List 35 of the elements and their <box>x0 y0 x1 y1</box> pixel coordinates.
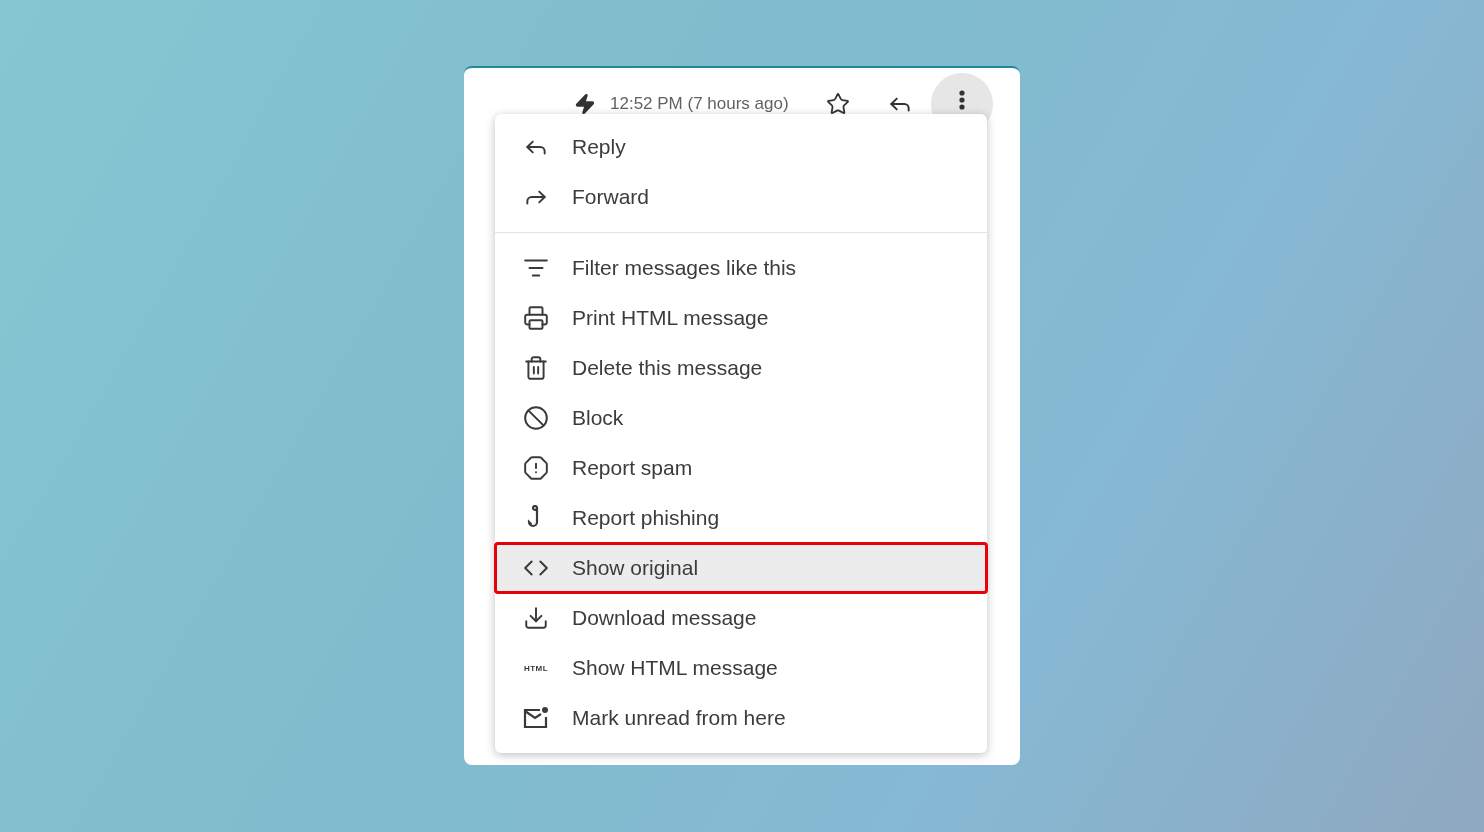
menu-item[interactable]: Report phishing <box>495 493 987 543</box>
menu-item[interactable]: Mark unread from here <box>495 693 987 743</box>
menu-item-label: Mark unread from here <box>572 706 786 730</box>
menu-item-label: Print HTML message <box>572 306 769 330</box>
menu-item-label: Reply <box>572 135 626 159</box>
more-icon <box>958 90 965 110</box>
menu-item-label: Show original <box>572 556 699 580</box>
menu-item[interactable]: Show original <box>495 543 987 593</box>
menu-item-label: Download message <box>572 606 757 630</box>
menu-item[interactable]: Forward <box>495 172 987 222</box>
bolt-icon <box>574 93 596 115</box>
menu-item-label: Block <box>572 406 624 430</box>
download-icon <box>523 605 549 631</box>
envelope-dot-icon <box>522 706 550 730</box>
message-time: 12:52 PM (7 hours ago) <box>610 94 789 114</box>
menu-item[interactable]: Download message <box>495 593 987 643</box>
menu-item[interactable]: Report spam <box>495 443 987 493</box>
menu-item[interactable]: Print HTML message <box>495 293 987 343</box>
alert-icon <box>523 455 549 481</box>
html-icon: HTML <box>523 663 549 673</box>
block-icon <box>523 405 549 431</box>
menu-item[interactable]: HTML Show HTML message <box>495 643 987 693</box>
menu-item[interactable]: Reply <box>495 122 987 172</box>
menu-item-label: Delete this message <box>572 356 763 380</box>
menu-item-label: Report phishing <box>572 506 720 530</box>
star-icon <box>825 92 850 116</box>
printer-icon <box>523 305 549 331</box>
trash-icon <box>523 355 549 381</box>
menu-item[interactable]: Delete this message <box>495 343 987 393</box>
menu-item-label: Filter messages like this <box>572 256 797 280</box>
menu-item-label: Forward <box>572 185 650 209</box>
menu-item[interactable]: Block <box>495 393 987 443</box>
menu-item[interactable]: Filter messages like this <box>495 243 987 293</box>
menu-item-label: Report spam <box>572 456 693 480</box>
menu-item-label: Show HTML message <box>572 656 778 680</box>
